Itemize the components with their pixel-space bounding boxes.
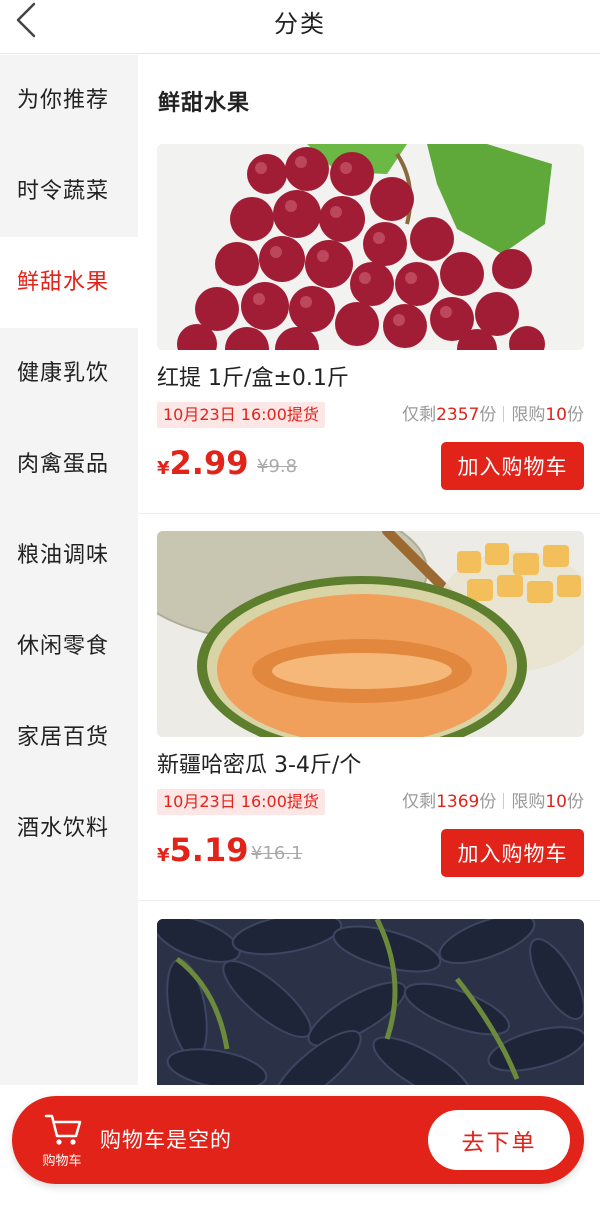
cart-button[interactable]: 购物车 [38,1110,86,1170]
original-price: ¥9.8 [257,456,298,477]
product-image-black-grapes[interactable] [157,919,584,1085]
category-sidebar: 为你推荐 时令蔬菜 鲜甜水果 健康乳饮 肉禽蛋品 粮油调味 休闲零食 家居百货 … [0,55,138,1085]
cart-icon [44,1114,82,1145]
page-title: 分类 [274,10,326,38]
checkout-button[interactable]: 去下单 [428,1110,570,1170]
stock-info: 仅剩2357份 限购10份 [402,405,584,425]
stock-info: 仅剩1369份 限购10份 [402,792,584,812]
product-card[interactable]: 红提 1斤/盒±0.1斤 10月23日 16:00提货 仅剩2357份 限购10份… [157,144,584,492]
add-to-cart-button[interactable]: 加入购物车 [441,442,584,490]
limit-count: 10 [545,405,567,425]
product-name: 红提 1斤/盒±0.1斤 [157,366,349,391]
divider [138,900,600,901]
top-nav-bar: 分类 [0,0,600,54]
sidebar-item-recommend[interactable]: 为你推荐 [0,55,138,146]
product-image-red-grapes[interactable] [157,144,584,350]
sidebar-item-dairy[interactable]: 健康乳饮 [0,328,138,419]
sidebar-item-snacks[interactable]: 休闲零食 [0,601,138,692]
sale-price: ¥2.99 [157,444,249,482]
cart-bar[interactable]: 购物车 购物车是空的 去下单 [12,1096,584,1184]
sale-price: ¥5.19 [157,831,249,869]
cart-status-text: 购物车是空的 [100,1128,232,1152]
sidebar-item-fruits[interactable]: 鲜甜水果 [0,237,138,328]
divider [503,793,505,809]
original-price: ¥16.1 [251,843,303,864]
cart-icon-label: 购物车 [42,1154,82,1169]
sidebar-item-grain-oil[interactable]: 粮油调味 [0,510,138,601]
product-card[interactable] [157,919,584,1085]
sidebar-item-meat-eggs[interactable]: 肉禽蛋品 [0,419,138,510]
sidebar-item-household[interactable]: 家居百货 [0,692,138,783]
stock-count: 2357 [436,405,480,425]
divider [138,513,600,514]
product-name: 新疆哈密瓜 3-4斤/个 [157,753,362,778]
limit-count: 10 [545,792,567,812]
pickup-time-badge: 10月23日 16:00提货 [157,789,325,815]
sidebar-item-vegetables[interactable]: 时令蔬菜 [0,146,138,237]
add-to-cart-button[interactable]: 加入购物车 [441,829,584,877]
divider [503,406,505,422]
section-title: 鲜甜水果 [158,91,251,116]
product-list: 鲜甜水果 红提 1斤/盒±0.1斤 10月23日 16:00提货 仅剩2357份… [138,55,600,1085]
stock-count: 1369 [436,792,480,812]
product-image-hami-melon[interactable] [157,531,584,737]
pickup-time-badge: 10月23日 16:00提货 [157,402,325,428]
sidebar-item-drinks[interactable]: 酒水饮料 [0,783,138,874]
product-card[interactable]: 新疆哈密瓜 3-4斤/个 10月23日 16:00提货 仅剩1369份 限购10份… [157,531,584,879]
